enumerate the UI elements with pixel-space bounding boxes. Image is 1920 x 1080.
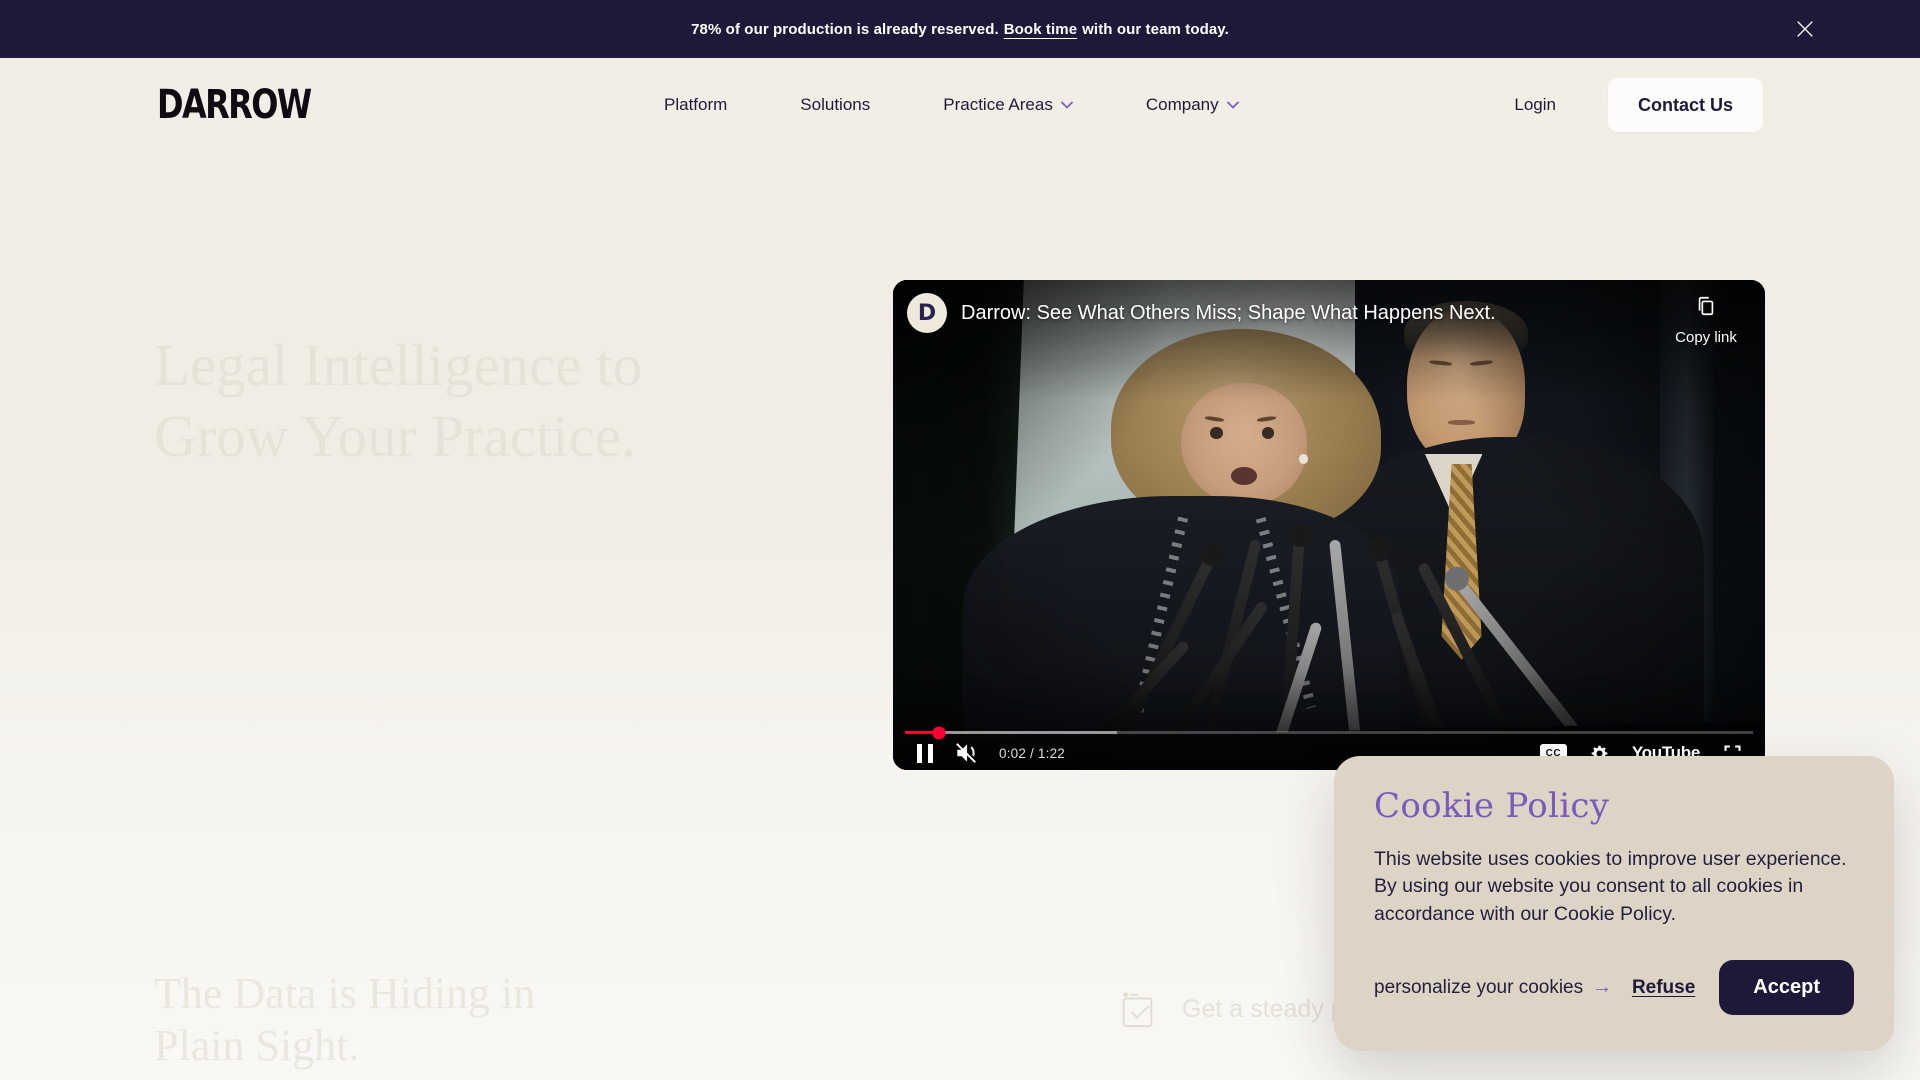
book-time-link[interactable]: Book time (1004, 21, 1077, 38)
youtube-video-player[interactable]: D Darrow: See What Others Miss; Shape Wh… (893, 280, 1765, 770)
unmute-button[interactable] (953, 740, 979, 766)
arrow-right-icon: → (1592, 976, 1612, 999)
banner-close-button[interactable] (1792, 16, 1818, 42)
header-actions: Login Contact Us (1514, 78, 1763, 132)
nav-item-platform[interactable]: Platform (664, 95, 727, 115)
channel-avatar[interactable]: D (907, 293, 947, 333)
cookie-policy-dialog: Cookie Policy This website uses cookies … (1334, 756, 1894, 1051)
chevron-down-icon (1061, 101, 1073, 109)
refuse-button[interactable]: Refuse (1632, 977, 1695, 999)
section-heading-line2: Plain Sight. (154, 1021, 359, 1070)
cookie-dialog-body: This website uses cookies to improve use… (1374, 846, 1852, 928)
personalize-cookies-link[interactable]: personalize your cookies → (1374, 976, 1612, 999)
copy-link-label: Copy link (1663, 329, 1749, 346)
video-scene (893, 280, 1765, 770)
chevron-down-icon (1227, 101, 1239, 109)
darrow-logo[interactable]: DARROW (157, 82, 311, 128)
promo-message: 78% of our production is already reserve… (691, 21, 999, 38)
hero-heading-line1: Legal Intelligence to (154, 332, 642, 398)
pause-button[interactable] (917, 744, 933, 763)
muted-volume-icon (953, 740, 979, 766)
time-display: 0:02 / 1:22 (999, 746, 1065, 761)
site-header: DARROW Platform Solutions Practice Areas… (0, 58, 1920, 152)
section-heading-line1: The Data is Hiding in (154, 969, 535, 1018)
contact-us-button[interactable]: Contact Us (1608, 78, 1763, 132)
promo-banner: 78% of our production is already reserve… (0, 0, 1920, 58)
main-nav: Platform Solutions Practice Areas Compan… (664, 95, 1239, 115)
hero-heading-line2: Grow Your Practice. (154, 403, 636, 469)
nav-item-solutions[interactable]: Solutions (800, 95, 870, 115)
section-heading: The Data is Hiding in Plain Sight. (154, 968, 535, 1072)
cookie-dialog-title: Cookie Policy (1374, 786, 1854, 826)
video-title[interactable]: Darrow: See What Others Miss; Shape What… (961, 302, 1496, 325)
accept-button[interactable]: Accept (1719, 960, 1854, 1015)
copy-link-button[interactable]: Copy link (1663, 294, 1749, 346)
progress-bar[interactable] (905, 731, 1753, 734)
video-titlebar: D Darrow: See What Others Miss; Shape Wh… (907, 293, 1655, 333)
login-link[interactable]: Login (1514, 95, 1556, 115)
promo-message-suffix: with our team today. (1082, 21, 1229, 38)
x-icon (1794, 18, 1816, 40)
nav-item-practice-areas[interactable]: Practice Areas (943, 95, 1073, 115)
promo-banner-text: 78% of our production is already reserve… (691, 21, 1229, 38)
copy-icon (1695, 294, 1717, 318)
nav-item-company[interactable]: Company (1146, 95, 1239, 115)
hero-heading: Legal Intelligence to Grow Your Practice… (154, 330, 642, 472)
checkbox-icon (1118, 988, 1160, 1030)
progress-playhead[interactable] (932, 726, 945, 739)
